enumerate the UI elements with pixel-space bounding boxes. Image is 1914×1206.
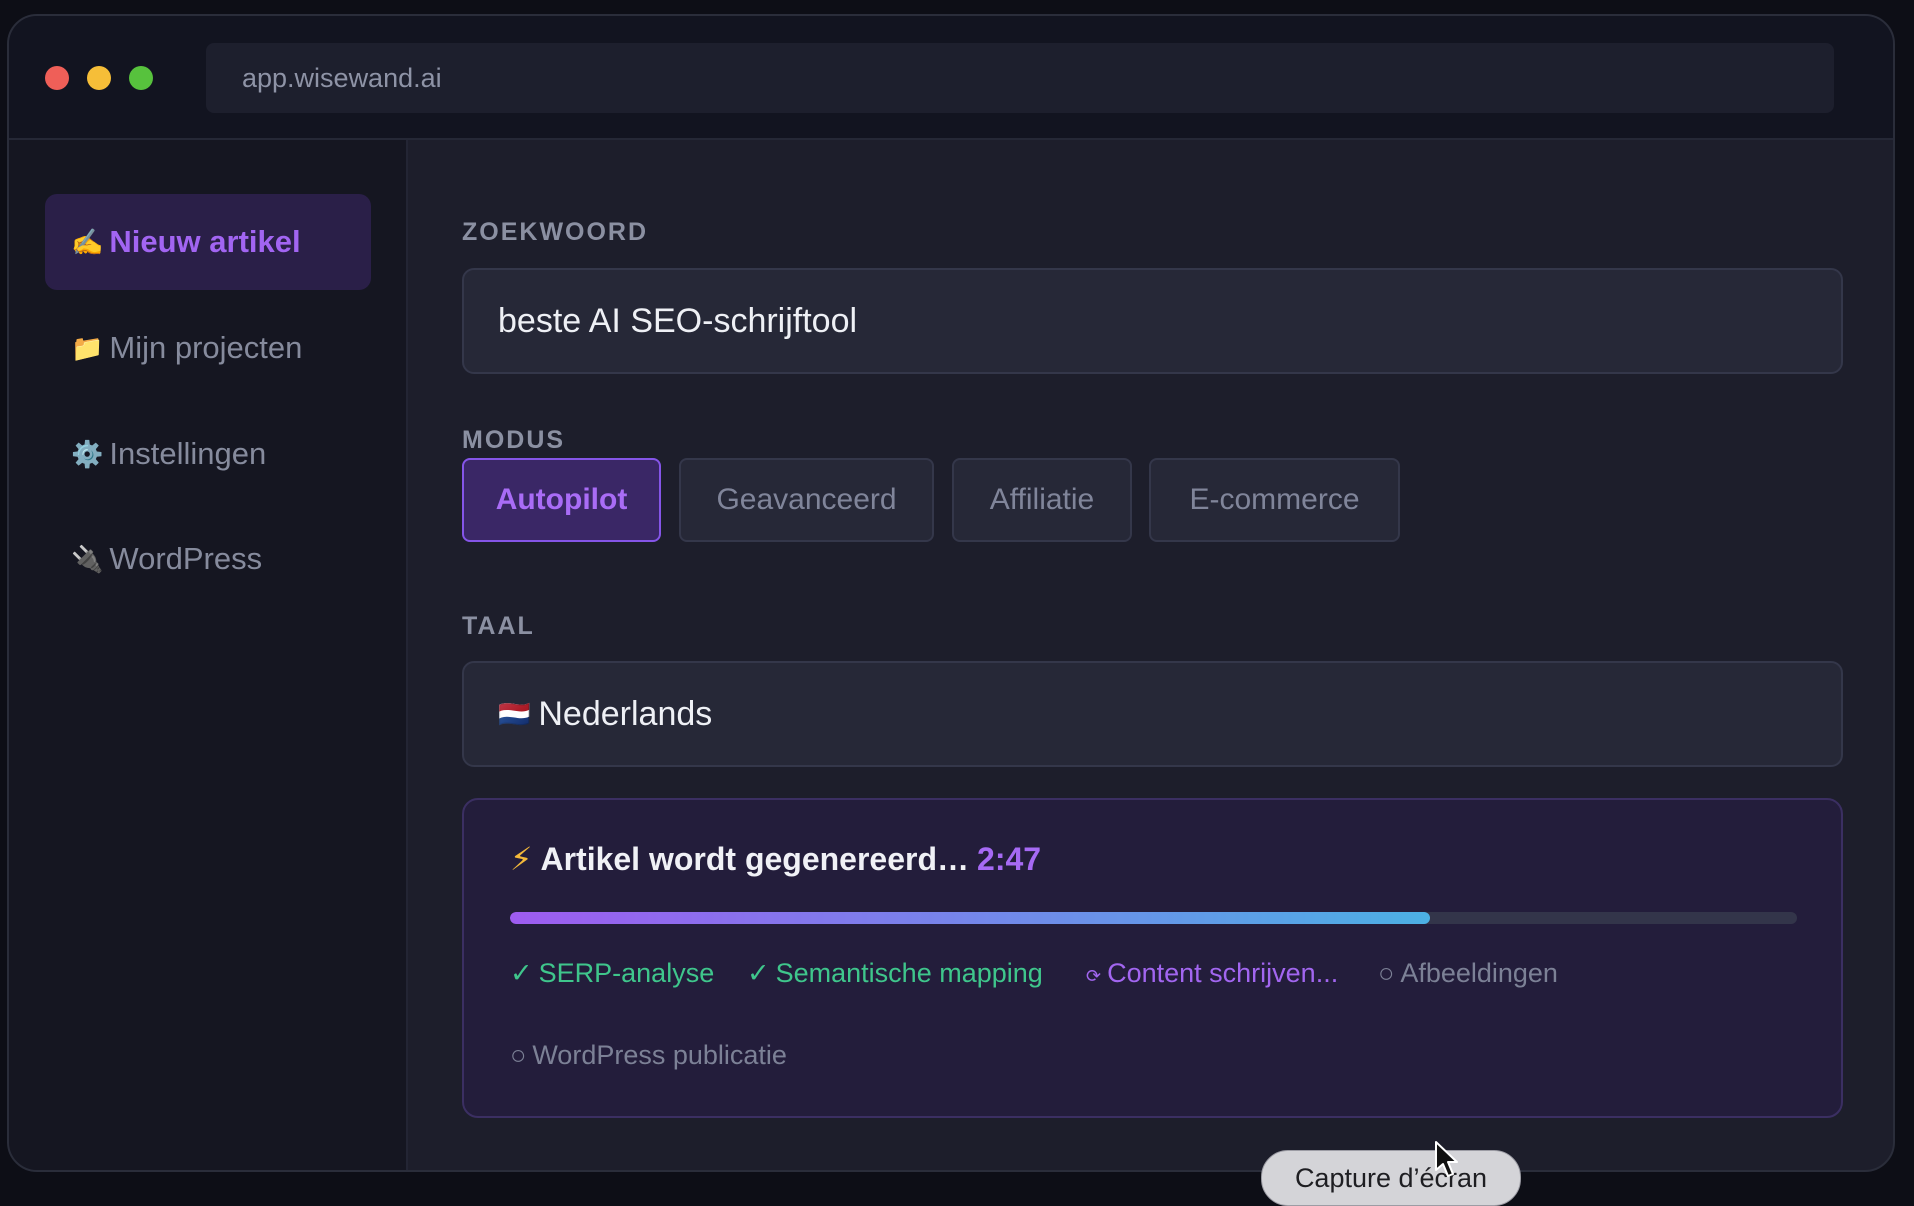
netherlands-flag-icon: 🇳🇱 [498, 698, 531, 729]
sidebar-item-new-article[interactable]: ✍️ Nieuw artikel [45, 194, 371, 290]
sidebar-item-label: Instellingen [109, 436, 267, 471]
gear-icon: ⚙️ [71, 438, 104, 469]
sidebar-item-label: Nieuw artikel [109, 224, 301, 259]
sidebar-item-settings[interactable]: ⚙️ Instellingen [45, 406, 371, 502]
browser-window: app.wisewand.ai ✍️ Nieuw artikel 📁 Mijn … [7, 14, 1895, 1172]
mode-affiliate-button[interactable]: Affiliatie [952, 458, 1132, 542]
mode-ecommerce-button[interactable]: E-commerce [1149, 458, 1400, 542]
generation-timer: 2:47 [977, 841, 1042, 877]
step-semantic-mapping: ✓ Semantische mapping [747, 958, 1043, 989]
step-label: SERP-analyse [538, 958, 715, 988]
folder-icon: 📁 [71, 332, 104, 363]
keyword-label: ZOEKWOORD [462, 218, 649, 246]
checkmark-icon: ✓ [510, 958, 533, 988]
sidebar: ✍️ Nieuw artikel 📁 Mijn projecten ⚙️ Ins… [9, 140, 408, 1170]
browser-titlebar: app.wisewand.ai [9, 16, 1893, 140]
address-bar[interactable]: app.wisewand.ai [206, 43, 1834, 113]
step-images: ○ Afbeeldingen [1378, 958, 1558, 989]
language-select[interactable]: 🇳🇱 Nederlands [462, 661, 1843, 767]
maximize-window-button[interactable] [129, 66, 153, 90]
checkmark-icon: ✓ [747, 958, 770, 988]
step-label: Afbeeldingen [1400, 958, 1558, 988]
screenshot-tooltip: Capture d’écran [1261, 1150, 1521, 1206]
keyword-value: beste AI SEO-schrijftool [498, 301, 858, 340]
mode-advanced-button[interactable]: Geavanceerd [679, 458, 934, 542]
step-wordpress-publication: ○ WordPress publicatie [510, 1040, 787, 1071]
sidebar-item-label: Mijn projecten [109, 330, 303, 365]
sidebar-item-my-projects[interactable]: 📁 Mijn projecten [45, 300, 371, 396]
mode-autopilot-button[interactable]: Autopilot [462, 458, 661, 542]
step-label: WordPress publicatie [532, 1040, 787, 1070]
step-serp-analysis: ✓ SERP-analyse [510, 958, 714, 989]
progress-bar-fill [510, 912, 1431, 924]
generation-status-title: ⚡ Artikel wordt gegenereerd… 2:47 [510, 840, 1041, 878]
minimize-window-button[interactable] [87, 66, 111, 90]
sidebar-item-label: WordPress [109, 541, 263, 576]
lightning-icon: ⚡ [510, 841, 533, 877]
step-label: Semantische mapping [775, 958, 1043, 988]
mouse-cursor-icon [1435, 1141, 1458, 1177]
main-content: ZOEKWOORD beste AI SEO-schrijftool MODUS… [408, 140, 1893, 1170]
language-value: Nederlands [538, 694, 713, 733]
sidebar-item-wordpress[interactable]: 🔌 WordPress [45, 511, 371, 607]
language-label: TAAL [462, 612, 535, 640]
plug-icon: 🔌 [71, 543, 104, 574]
step-label: Content schrijven... [1107, 958, 1339, 988]
generation-panel: ⚡ Artikel wordt gegenereerd… 2:47 ✓ SERP-an… [462, 798, 1843, 1118]
circle-icon: ○ [1378, 958, 1395, 988]
circle-icon: ○ [510, 1040, 527, 1070]
spinner-icon: ⟳ [1086, 966, 1102, 986]
generation-title-text: Artikel wordt gegenereerd… [540, 841, 970, 877]
keyword-input[interactable]: beste AI SEO-schrijftool [462, 268, 1843, 374]
progress-bar [510, 912, 1797, 924]
writing-hand-icon: ✍️ [71, 226, 104, 257]
mode-label: MODUS [462, 426, 566, 454]
step-content-writing: ⟳ Content schrijven... [1086, 958, 1338, 989]
close-window-button[interactable] [45, 66, 69, 90]
